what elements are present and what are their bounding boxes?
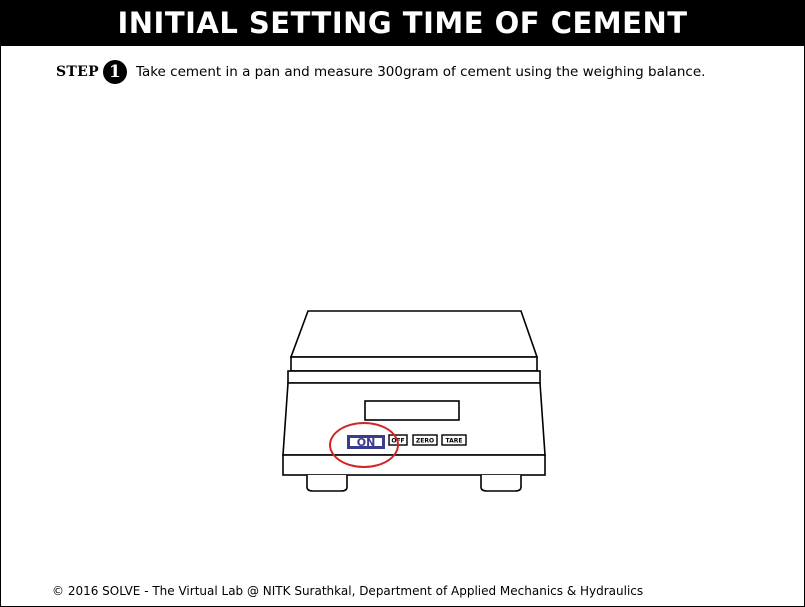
balance-base <box>282 454 546 476</box>
step-label: STEP <box>56 64 99 80</box>
off-button-label: OFF <box>391 438 404 445</box>
tare-button-label: TARE <box>446 438 463 445</box>
balance-pan <box>289 310 539 358</box>
lab-frame: INITIAL SETTING TIME OF CEMENT STEP 1 Ta… <box>0 0 805 607</box>
page-title: INITIAL SETTING TIME OF CEMENT <box>1 1 804 46</box>
on-button[interactable]: ON <box>347 435 385 449</box>
balance-display <box>364 400 460 421</box>
footer-copyright: © 2016 SOLVE - The Virtual Lab @ NITK Su… <box>52 584 644 598</box>
step-number-badge: 1 <box>102 60 127 84</box>
weighing-balance: OFF ZERO TARE ON <box>271 301 561 501</box>
step-instruction: STEP 1 Take cement in a pan and measure … <box>56 59 705 85</box>
zero-button-label: ZERO <box>416 438 434 445</box>
balance-pan-rim <box>290 356 538 372</box>
balance-neck <box>287 370 541 384</box>
step-text: Take cement in a pan and measure 300gram… <box>135 64 706 80</box>
balance-foot-right <box>480 475 522 492</box>
balance-foot-left <box>306 475 348 492</box>
